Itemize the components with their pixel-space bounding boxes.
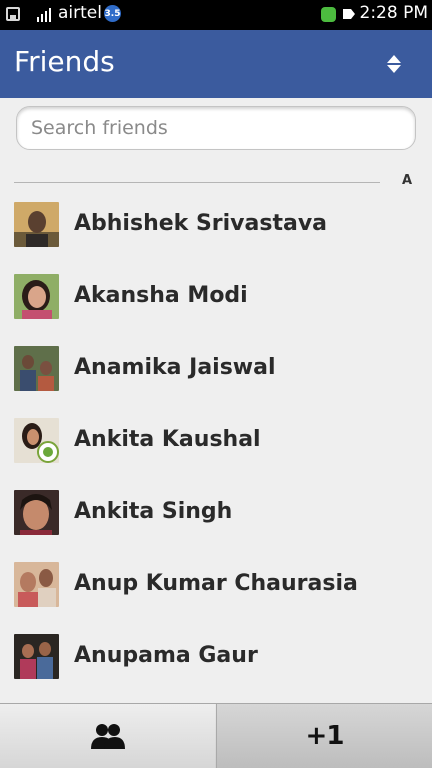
friend-name: Anup Kumar Chaurasia	[74, 571, 358, 596]
avatar	[14, 562, 59, 607]
search-input[interactable]	[29, 107, 403, 149]
status-bar: airtel 3.5 2:28 PM	[0, 0, 432, 30]
sort-icon	[387, 55, 401, 73]
notification-icon	[343, 9, 355, 19]
plus-one-label: +1	[305, 721, 345, 751]
friends-tab-button[interactable]	[0, 704, 215, 768]
section-divider	[14, 182, 380, 183]
avatar	[14, 418, 59, 463]
section-letter: A	[401, 173, 412, 188]
carrier-name: airtel	[58, 3, 102, 23]
friend-name: Ankita Singh	[74, 499, 233, 524]
battery-icon	[6, 7, 20, 21]
clock: 2:28 PM	[359, 3, 429, 23]
online-status-icon	[321, 7, 336, 22]
friend-list: Abhishek Srivastava Akansha Modi Anamika…	[0, 190, 432, 694]
friends-icon	[90, 724, 125, 749]
friend-list-item[interactable]: Abhishek Srivastava	[0, 190, 432, 262]
friend-name: Abhishek Srivastava	[74, 211, 328, 236]
friend-list-item[interactable]: Ankita Kaushal	[0, 406, 432, 478]
friend-name: Anupama Gaur	[74, 643, 258, 668]
friend-name: Akansha Modi	[74, 283, 248, 308]
avatar	[14, 634, 59, 679]
bottom-toolbar: +1	[0, 703, 432, 768]
avatar	[14, 346, 59, 391]
page-title: Friends	[14, 45, 115, 78]
header-bar: Friends	[0, 30, 432, 98]
friend-list-item[interactable]: Akansha Modi	[0, 262, 432, 334]
sort-button[interactable]	[380, 50, 408, 78]
plus-one-button[interactable]: +1	[216, 704, 432, 768]
network-type-badge: 3.5	[104, 5, 121, 22]
avatar	[14, 274, 59, 319]
friend-list-item[interactable]: Anamika Jaiswal	[0, 334, 432, 406]
avatar	[14, 490, 59, 535]
friend-name: Ankita Kaushal	[74, 427, 261, 452]
avatar	[14, 202, 59, 247]
friend-name: Anamika Jaiswal	[74, 355, 276, 380]
signal-icon	[37, 6, 53, 22]
search-box[interactable]	[16, 106, 416, 150]
friend-list-item[interactable]: Ankita Singh	[0, 478, 432, 550]
section-header: A	[14, 173, 418, 190]
friend-list-item[interactable]: Anupama Gaur	[0, 622, 432, 694]
friend-list-item[interactable]: Anup Kumar Chaurasia	[0, 550, 432, 622]
